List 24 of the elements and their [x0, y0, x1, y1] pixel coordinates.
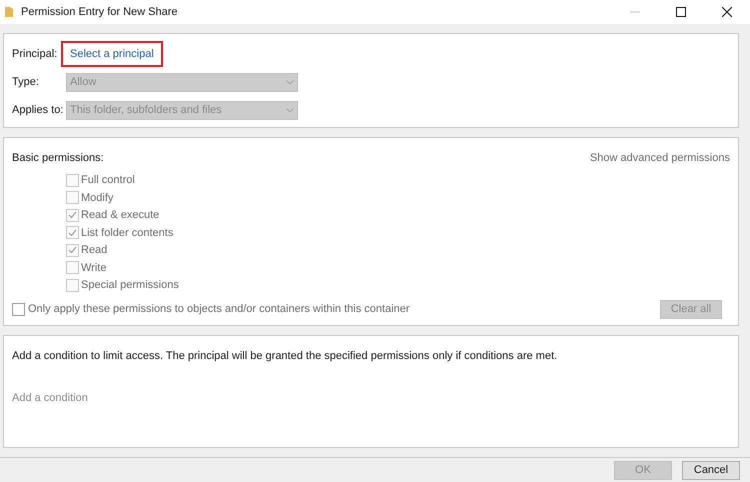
advanced-permissions-link[interactable]: Show advanced permissions	[590, 150, 730, 166]
checkbox[interactable]	[12, 303, 25, 316]
permission-label: Full control	[81, 173, 135, 188]
permission-label: Read	[81, 243, 108, 258]
chevron-icon	[286, 80, 294, 84]
window-title: Permission Entry for New Share	[21, 4, 178, 20]
section-heading: Basic permissions:	[12, 151, 104, 166]
permission-label: List folder contents	[81, 226, 174, 240]
chevron-icon	[286, 108, 294, 112]
folder-icon	[4, 6, 14, 18]
close-icon	[722, 7, 732, 17]
add-condition-link[interactable]: Add a condition	[12, 390, 88, 406]
principal-label: Principal:	[12, 46, 58, 62]
conditions-description: Add a condition to limit access. The principal will be granted the specified permissions only if conditions are met.	[12, 349, 558, 364]
field-label: Type:	[12, 74, 40, 90]
cancel-button[interactable]: Cancel	[682, 460, 740, 480]
permission-label: Read & execute	[81, 208, 160, 223]
field-label: Applies to:	[12, 102, 64, 118]
permission-label: Write	[81, 260, 106, 276]
select-principal-link[interactable]: Select a principal	[61, 40, 163, 68]
permission-label: Special permissions	[81, 278, 179, 293]
maximize-icon	[676, 7, 686, 17]
permission-label: Modify	[81, 190, 114, 206]
option-label: Only apply these permissions to objects and/or containers within this container	[28, 302, 410, 318]
